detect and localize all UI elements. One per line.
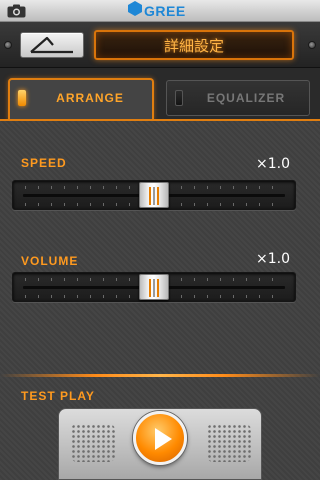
speed-value: ×1.0 (256, 156, 290, 172)
speaker-left-icon (71, 424, 115, 462)
volume-slider-thumb[interactable] (139, 274, 169, 300)
gree-brand: GREE (128, 1, 186, 21)
speed-label: SPEED (21, 156, 67, 170)
volume-label: VOLUME (21, 254, 79, 268)
speed-slider[interactable] (12, 180, 296, 210)
tab-arrange-indicator (18, 90, 26, 106)
speaker-right-icon (207, 424, 251, 462)
volume-value: ×1.0 (256, 251, 290, 267)
play-button[interactable] (133, 411, 187, 465)
tab-equalizer-label: EQUALIZER (206, 91, 286, 105)
page-title: 詳細設定 (163, 36, 224, 55)
grip-icon (149, 187, 161, 205)
section-divider (0, 374, 320, 377)
grip-icon (149, 279, 161, 297)
tab-equalizer-indicator (175, 90, 183, 106)
screw-icon (4, 41, 12, 49)
screw-icon (308, 41, 316, 49)
page-title-panel: 詳細設定 (94, 30, 294, 60)
back-arrow-icon (21, 36, 83, 61)
camera-icon[interactable] (7, 4, 26, 18)
test-play-label: TEST PLAY (21, 389, 95, 403)
speed-slider-thumb[interactable] (139, 182, 169, 208)
tab-arrange-label: ARRANGE (56, 91, 124, 105)
brand-name: GREE (144, 3, 186, 19)
back-button[interactable] (20, 32, 84, 58)
volume-slider[interactable] (12, 272, 296, 302)
play-icon (155, 428, 172, 450)
gree-logo-icon (128, 1, 142, 21)
